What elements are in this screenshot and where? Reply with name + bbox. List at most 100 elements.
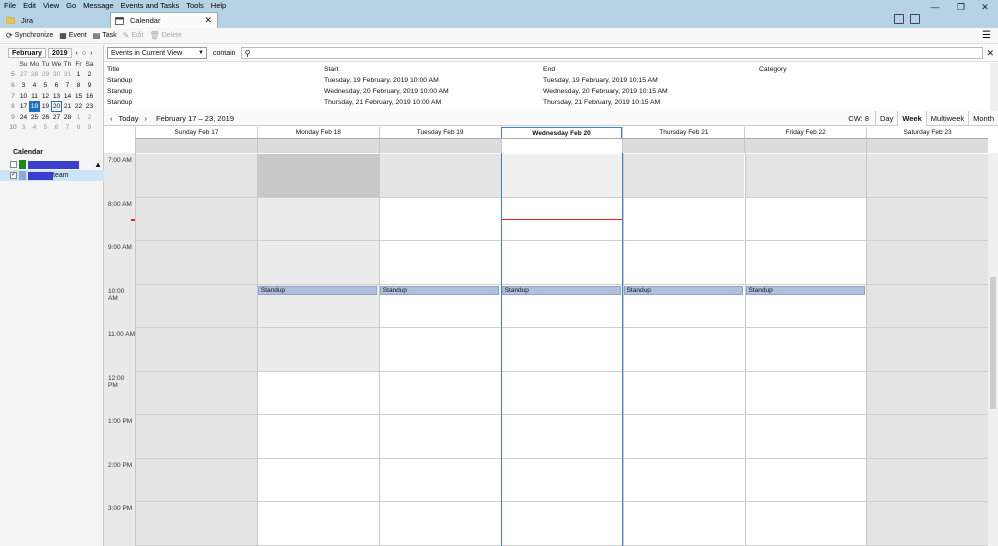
menu-file[interactable]: File <box>0 1 19 10</box>
day-column[interactable] <box>256 153 379 546</box>
minical-prev-icon[interactable]: ‹ <box>76 50 78 57</box>
tab-month-view[interactable]: Month <box>968 111 998 126</box>
time-slot[interactable] <box>867 328 988 372</box>
time-slot[interactable] <box>379 502 501 546</box>
minical-day[interactable]: 25 <box>29 112 40 123</box>
time-slot[interactable] <box>623 502 745 546</box>
tab-calendar[interactable]: Calendar ✕ <box>110 12 218 28</box>
time-slot[interactable] <box>623 415 745 459</box>
time-slot[interactable] <box>257 197 379 241</box>
tasks-view-icon[interactable] <box>910 14 920 24</box>
minical-day[interactable]: 6 <box>51 123 62 134</box>
time-slot[interactable] <box>257 415 379 459</box>
close-search-icon[interactable]: ✕ <box>986 48 994 59</box>
time-slot[interactable] <box>379 458 501 502</box>
minical-day[interactable]: 14 <box>62 91 73 102</box>
all-day-cell[interactable] <box>622 139 745 153</box>
menu-help[interactable]: Help <box>207 1 229 10</box>
day-header[interactable]: Monday Feb 18 <box>256 127 379 138</box>
day-header[interactable]: Sunday Feb 17 <box>135 127 257 138</box>
time-slot[interactable] <box>136 328 257 372</box>
tab-jira[interactable]: Jira <box>2 12 106 28</box>
minical-day[interactable]: 13 <box>51 91 62 102</box>
minical-day[interactable]: 20 <box>51 101 62 112</box>
col-category-header[interactable]: Category <box>759 66 787 73</box>
synchronize-button[interactable]: ⟳ Synchronize <box>6 31 53 40</box>
minical-day[interactable]: 19 <box>40 101 51 112</box>
time-slot[interactable] <box>867 458 988 502</box>
event-list-scrollbar[interactable] <box>990 63 998 114</box>
all-day-cell[interactable] <box>866 139 989 153</box>
time-slot[interactable] <box>867 415 988 459</box>
delete-button[interactable]: 🗑 Delete <box>149 31 181 40</box>
menu-events-and-tasks[interactable]: Events and Tasks <box>117 1 183 10</box>
time-slot[interactable] <box>745 371 867 415</box>
col-start-header[interactable]: Start <box>324 66 338 73</box>
minical-day[interactable]: 21 <box>62 101 73 112</box>
time-slot[interactable] <box>623 328 745 372</box>
all-day-cell[interactable] <box>135 139 257 153</box>
week-view-scrollbar[interactable] <box>988 153 998 546</box>
time-slot[interactable] <box>379 415 501 459</box>
minical-month[interactable]: February <box>8 48 46 58</box>
minical-day[interactable]: 22 <box>73 101 84 112</box>
search-input[interactable]: ⚲ <box>240 47 983 59</box>
minical-day[interactable]: 9 <box>84 123 95 134</box>
minical-day[interactable]: 27 <box>18 70 29 81</box>
time-slot[interactable] <box>745 241 867 285</box>
minical-day[interactable]: 3 <box>18 123 29 134</box>
minical-day[interactable]: 2 <box>84 70 95 81</box>
event-list-row[interactable]: Standup Thursday, 21 February, 2019 10:0… <box>104 98 990 109</box>
time-slot[interactable] <box>257 241 379 285</box>
time-slot[interactable] <box>257 502 379 546</box>
time-slot[interactable] <box>501 458 622 502</box>
time-slot[interactable] <box>867 197 988 241</box>
tab-day-view[interactable]: Day <box>874 111 897 126</box>
minical-day[interactable]: 4 <box>29 80 40 91</box>
minical-day[interactable]: 28 <box>62 112 73 123</box>
time-slot[interactable] <box>745 154 867 198</box>
minical-day[interactable]: 31 <box>62 70 73 81</box>
time-slot[interactable] <box>501 502 622 546</box>
menu-edit[interactable]: Edit <box>19 1 39 10</box>
minical-today-icon[interactable]: ○ <box>82 50 86 57</box>
menu-message[interactable]: Message <box>79 1 116 10</box>
minical-day[interactable]: 16 <box>84 91 95 102</box>
tab-week-view[interactable]: Week <box>897 111 926 126</box>
time-slot[interactable] <box>136 371 257 415</box>
time-slot[interactable] <box>136 241 257 285</box>
menu-tools[interactable]: Tools <box>182 1 207 10</box>
time-slot[interactable] <box>501 415 622 459</box>
menu-go[interactable]: Go <box>62 1 79 10</box>
time-slot[interactable] <box>501 328 622 372</box>
menu-view[interactable]: View <box>39 1 62 10</box>
minical-day[interactable]: 9 <box>84 80 95 91</box>
time-slot[interactable] <box>136 284 257 328</box>
time-slot[interactable] <box>257 328 379 372</box>
col-end-header[interactable]: End <box>543 66 555 73</box>
minical-day[interactable]: 7 <box>62 80 73 91</box>
time-slot[interactable] <box>623 154 745 198</box>
col-title-header[interactable]: Title <box>107 66 120 73</box>
time-slot[interactable] <box>623 197 745 241</box>
minical-year[interactable]: 2019 <box>47 48 72 58</box>
minical-day[interactable]: 4 <box>29 123 40 134</box>
minical-day[interactable]: 7 <box>62 123 73 134</box>
time-slot[interactable] <box>745 415 867 459</box>
minical-day[interactable]: 17 <box>18 101 29 112</box>
time-slot[interactable] <box>623 371 745 415</box>
day-header[interactable]: Tuesday Feb 19 <box>378 127 501 138</box>
time-slot[interactable] <box>257 154 379 198</box>
calendar-checkbox[interactable]: ✓ <box>10 172 17 179</box>
time-slot[interactable] <box>257 458 379 502</box>
day-column[interactable] <box>622 153 745 546</box>
time-slot[interactable] <box>867 284 988 328</box>
time-slot[interactable] <box>379 154 501 198</box>
minical-day[interactable]: 1 <box>73 112 84 123</box>
time-slot[interactable] <box>136 458 257 502</box>
calendar-event[interactable]: Standup <box>623 285 743 295</box>
minical-day[interactable]: 30 <box>51 70 62 81</box>
new-event-button[interactable]: ▦ Event <box>59 31 86 40</box>
minical-day[interactable]: 12 <box>40 91 51 102</box>
time-slot[interactable] <box>745 197 867 241</box>
